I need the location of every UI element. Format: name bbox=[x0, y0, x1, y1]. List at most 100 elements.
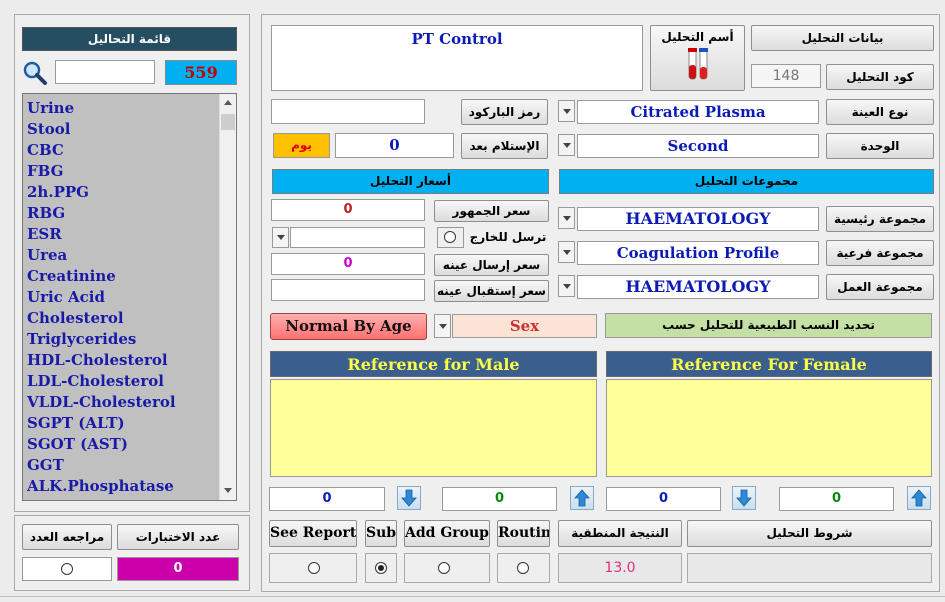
list-item[interactable]: CBC bbox=[27, 140, 217, 161]
list-scrollbar[interactable] bbox=[219, 94, 236, 500]
list-item[interactable]: FBG bbox=[27, 161, 217, 182]
female-count-2[interactable]: 0 bbox=[779, 487, 894, 511]
male-reference-box[interactable] bbox=[270, 379, 597, 477]
test-name-label-tile: أسم التحليل bbox=[650, 25, 745, 91]
arrow-down-icon bbox=[736, 489, 752, 507]
scroll-down-icon[interactable] bbox=[224, 488, 232, 493]
sample-type-field[interactable]: Citrated Plasma bbox=[577, 100, 819, 124]
sub-button[interactable]: Sub bbox=[365, 520, 397, 547]
female-count-1[interactable]: 0 bbox=[606, 487, 721, 511]
send-sample-price-field[interactable]: 0 bbox=[271, 253, 425, 275]
see-report-radio[interactable] bbox=[308, 562, 320, 574]
send-out-field[interactable] bbox=[290, 227, 425, 248]
bottom-divider bbox=[0, 596, 945, 597]
list-item[interactable]: Urea bbox=[27, 245, 217, 266]
chevron-down-icon bbox=[562, 283, 571, 289]
tests-list-title: قائمة التحاليل bbox=[22, 27, 237, 51]
male-move-down-button[interactable] bbox=[397, 486, 421, 510]
send-out-radio[interactable] bbox=[444, 231, 456, 243]
female-reference-box[interactable] bbox=[606, 379, 932, 477]
list-item[interactable]: Urine bbox=[27, 98, 217, 119]
test-conditions-label: شروط التحليل bbox=[687, 520, 932, 547]
sub-radio[interactable] bbox=[375, 562, 387, 574]
tests-count-value: 0 bbox=[117, 557, 239, 581]
sub-group-dropdown[interactable] bbox=[558, 241, 575, 263]
send-sample-price-label: سعر إرسال عينه bbox=[434, 254, 549, 276]
list-item[interactable]: Creatinine bbox=[27, 266, 217, 287]
logical-result-value[interactable]: 13.0 bbox=[558, 553, 682, 583]
list-item[interactable]: ALK.Phosphatase bbox=[27, 476, 217, 497]
list-item[interactable]: Triglycerides bbox=[27, 329, 217, 350]
list-item[interactable]: SGPT (ALT) bbox=[27, 413, 217, 434]
work-group-dropdown[interactable] bbox=[558, 275, 575, 297]
tests-count-button[interactable]: عدد الاختبارات bbox=[117, 524, 239, 550]
review-count-button[interactable]: مراجعه العدد bbox=[22, 524, 112, 550]
tests-total-count: 559 bbox=[165, 60, 237, 85]
unit-dropdown[interactable] bbox=[558, 134, 575, 156]
see-report-button[interactable]: See Report bbox=[269, 520, 357, 547]
public-price-label: سعر الجمهور bbox=[434, 200, 549, 222]
routin-button[interactable]: Routin bbox=[497, 520, 550, 547]
send-out-label: ترسل للخارج bbox=[469, 230, 547, 244]
review-count-radio[interactable] bbox=[61, 563, 73, 575]
public-price-field[interactable]: 0 bbox=[271, 199, 425, 221]
list-item[interactable]: HDL-Cholesterol bbox=[27, 350, 217, 371]
work-group-field[interactable]: HAEMATOLOGY bbox=[577, 275, 819, 299]
main-group-label: مجموعة رئيسية bbox=[826, 206, 934, 232]
unit-field[interactable]: Second bbox=[577, 134, 819, 158]
list-item[interactable]: Stool bbox=[27, 119, 217, 140]
chevron-down-icon bbox=[562, 108, 571, 114]
list-item[interactable]: Cholesterol bbox=[27, 308, 217, 329]
main-group-field[interactable]: HAEMATOLOGY bbox=[577, 207, 819, 231]
search-icon[interactable] bbox=[22, 60, 48, 86]
prices-header: أسعار التحليل bbox=[272, 169, 549, 194]
sample-type-label: نوع العينة bbox=[826, 99, 934, 125]
sub-group-field[interactable]: Coagulation Profile bbox=[577, 241, 819, 265]
range-basis-field[interactable]: Sex bbox=[452, 314, 597, 338]
groups-header: مجموعات التحليل bbox=[559, 169, 934, 194]
receive-after-field[interactable]: 0 bbox=[335, 133, 454, 158]
logical-result-label: النتيجة المنطقية bbox=[558, 520, 682, 547]
search-input[interactable] bbox=[55, 60, 155, 84]
tests-listbox[interactable]: Urine Stool CBC FBG 2h.PPG RBG ESR Urea Creatini… bbox=[22, 93, 237, 501]
send-out-dropdown[interactable] bbox=[272, 227, 289, 248]
test-data-button[interactable]: بيانات التحليل bbox=[751, 25, 934, 51]
receive-after-label: الإستلام بعد bbox=[461, 133, 548, 159]
arrow-up-icon bbox=[574, 489, 590, 507]
barcode-field[interactable] bbox=[271, 99, 425, 124]
list-item[interactable]: SGOT (AST) bbox=[27, 434, 217, 455]
main-group-dropdown[interactable] bbox=[558, 207, 575, 229]
receive-sample-price-field[interactable] bbox=[271, 279, 425, 301]
barcode-label: رمز الباركود bbox=[461, 99, 548, 125]
list-item[interactable]: Uric Acid bbox=[27, 287, 217, 308]
male-count-1[interactable]: 0 bbox=[269, 487, 385, 511]
chevron-down-icon bbox=[562, 142, 571, 148]
routin-radio[interactable] bbox=[517, 562, 529, 574]
test-name-field[interactable]: PT Control bbox=[271, 25, 643, 91]
list-item[interactable]: GGT bbox=[27, 455, 217, 476]
list-item[interactable]: 2h.PPG bbox=[27, 182, 217, 203]
list-item[interactable]: RBG bbox=[27, 203, 217, 224]
test-tubes-icon bbox=[683, 47, 713, 83]
scroll-up-icon[interactable] bbox=[224, 100, 232, 105]
add-group-radio[interactable] bbox=[438, 562, 450, 574]
list-item[interactable]: VLDL-Cholesterol bbox=[27, 392, 217, 413]
test-conditions-field[interactable] bbox=[687, 553, 932, 583]
sub-group-label: مجموعة فرعية bbox=[826, 240, 934, 266]
male-count-2[interactable]: 0 bbox=[442, 487, 557, 511]
test-code-field[interactable]: 148 bbox=[751, 64, 821, 88]
add-group-button[interactable]: Add Group bbox=[404, 520, 490, 547]
sample-type-dropdown[interactable] bbox=[558, 100, 575, 122]
scroll-thumb[interactable] bbox=[221, 114, 235, 130]
range-basis-dropdown[interactable] bbox=[434, 314, 451, 338]
list-item[interactable]: LDL-Cholesterol bbox=[27, 371, 217, 392]
list-item[interactable]: ESR bbox=[27, 224, 217, 245]
test-code-label: كود التحليل bbox=[826, 64, 934, 90]
day-badge: يوم bbox=[273, 133, 330, 158]
chevron-down-icon bbox=[438, 323, 447, 329]
female-move-up-button[interactable] bbox=[907, 486, 931, 510]
normal-by-age-button[interactable]: Normal By Age bbox=[270, 313, 427, 340]
male-move-up-button[interactable] bbox=[570, 486, 594, 510]
arrow-down-icon bbox=[401, 489, 417, 507]
female-move-down-button[interactable] bbox=[732, 486, 756, 510]
